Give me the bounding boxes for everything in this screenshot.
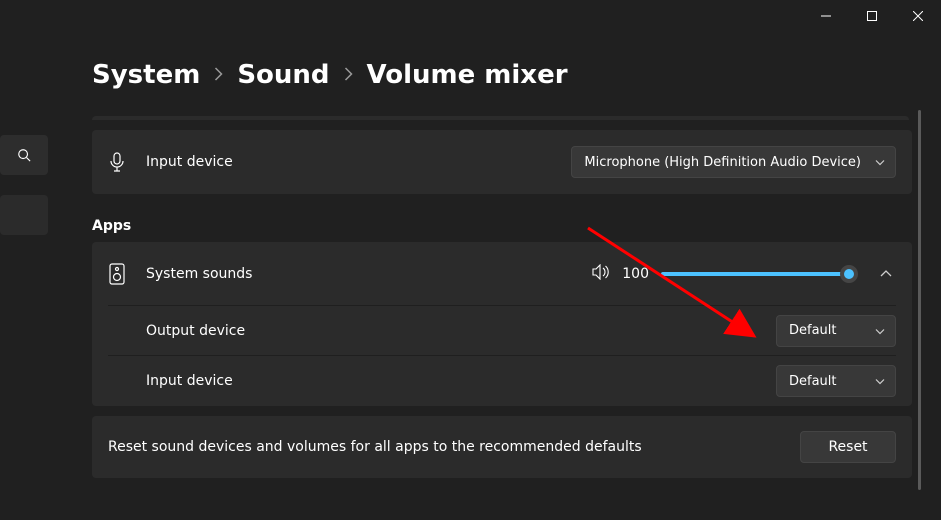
volume-slider[interactable] xyxy=(661,264,856,284)
nav-item[interactable] xyxy=(0,195,48,235)
input-device-dropdown[interactable]: Microphone (High Definition Audio Device… xyxy=(571,146,896,178)
dropdown-value: Microphone (High Definition Audio Device… xyxy=(584,155,861,170)
reset-text: Reset sound devices and volumes for all … xyxy=(108,439,642,455)
card-edge xyxy=(92,116,909,120)
system-sounds-label: System sounds xyxy=(146,266,252,282)
app-input-device-row: Input device Default xyxy=(108,356,896,406)
chevron-down-icon xyxy=(875,374,885,389)
output-device-row: Output device Default xyxy=(108,306,896,356)
app-input-device-dropdown[interactable]: Default xyxy=(776,365,896,397)
system-sounds-card: System sounds 100 Output dev xyxy=(92,242,912,406)
close-button[interactable] xyxy=(895,0,941,32)
search-button[interactable] xyxy=(0,135,48,175)
chevron-down-icon xyxy=(875,323,885,338)
system-sounds-row[interactable]: System sounds 100 xyxy=(108,242,896,306)
breadcrumb: System Sound Volume mixer xyxy=(92,60,917,90)
slider-thumb[interactable] xyxy=(840,265,858,283)
reset-card: Reset sound devices and volumes for all … xyxy=(92,416,912,478)
breadcrumb-sound[interactable]: Sound xyxy=(237,60,329,90)
scrollbar[interactable] xyxy=(918,110,921,490)
maximize-button[interactable] xyxy=(849,0,895,32)
speaker-device-icon xyxy=(108,263,126,285)
dropdown-value: Default xyxy=(789,374,837,389)
left-rail xyxy=(0,135,48,255)
input-device-card: Input device Microphone (High Definition… xyxy=(92,130,912,194)
chevron-right-icon xyxy=(214,66,223,85)
microphone-icon xyxy=(108,152,126,172)
chevron-down-icon xyxy=(875,155,885,170)
input-device-label: Input device xyxy=(146,154,233,170)
reset-button-label: Reset xyxy=(828,439,867,455)
apps-header: Apps xyxy=(92,218,909,234)
volume-icon xyxy=(592,264,610,284)
reset-button[interactable]: Reset xyxy=(800,431,896,463)
collapse-icon[interactable] xyxy=(876,270,896,277)
chevron-right-icon xyxy=(344,66,353,85)
output-device-dropdown[interactable]: Default xyxy=(776,315,896,347)
volume-value: 100 xyxy=(622,266,649,282)
titlebar xyxy=(0,0,941,32)
breadcrumb-current: Volume mixer xyxy=(367,60,568,90)
minimize-button[interactable] xyxy=(803,0,849,32)
dropdown-value: Default xyxy=(789,323,837,338)
output-device-label: Output device xyxy=(146,323,245,339)
app-input-device-label: Input device xyxy=(146,373,233,389)
breadcrumb-system[interactable]: System xyxy=(92,60,200,90)
